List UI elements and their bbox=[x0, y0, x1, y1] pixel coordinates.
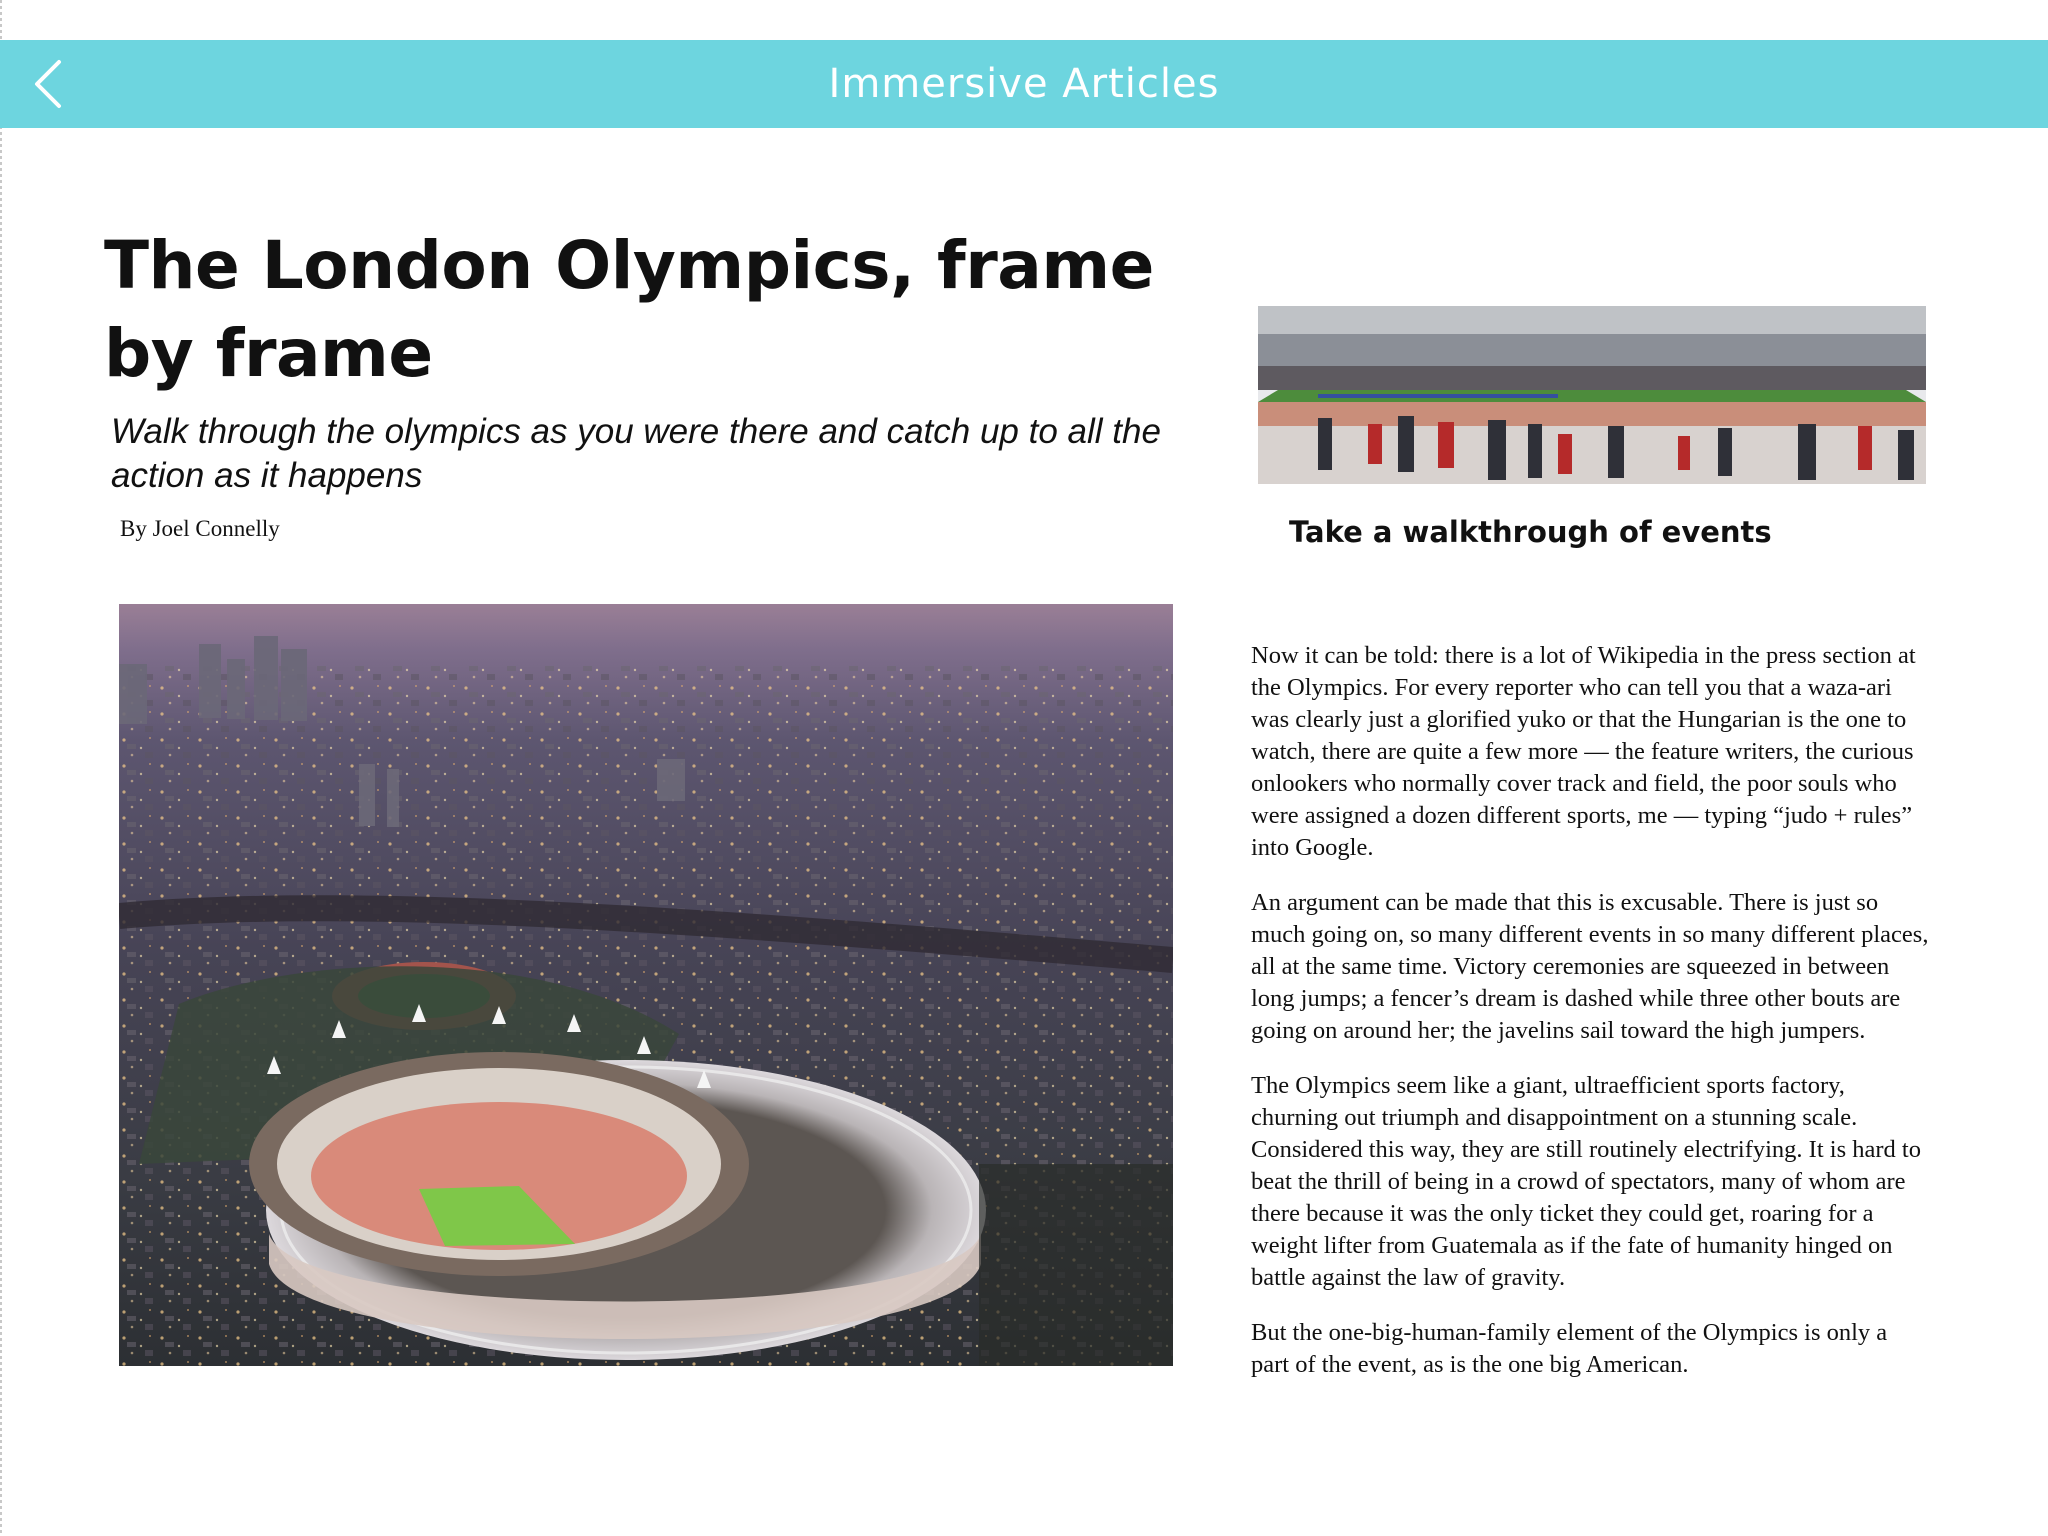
article-paragraph: But the one-big-human-family element of … bbox=[1251, 1319, 1888, 1378]
article-body: Now it can be told: there is a lot of Wi… bbox=[1251, 640, 1931, 1404]
walkthrough-thumbnail-image[interactable] bbox=[1258, 306, 1926, 484]
article-paragraph: Now it can be told: there is a lot of Wi… bbox=[1251, 642, 1916, 861]
nav-title: Immersive Articles bbox=[828, 61, 1220, 107]
walkthrough-link[interactable]: Take a walkthrough of events bbox=[1289, 515, 1772, 549]
article-paragraph: The Olympics seem like a giant, ultraeff… bbox=[1251, 1072, 1921, 1291]
article-byline: By Joel Connelly bbox=[120, 516, 280, 541]
olympic-stadium-aerial-photo bbox=[119, 604, 1173, 1366]
article-title: The London Olympics, frame by frame bbox=[104, 227, 1154, 392]
navigation-bar: Immersive Articles bbox=[0, 40, 2048, 128]
article-subtitle: Walk through the olympics as you were th… bbox=[111, 412, 1161, 495]
stadium-interior-illustration bbox=[1258, 306, 1926, 484]
stadium-aerial-illustration bbox=[119, 604, 1173, 1366]
page-edge-divider bbox=[0, 0, 2, 1536]
article-paragraph: An argument can be made that this is exc… bbox=[1251, 889, 1929, 1044]
